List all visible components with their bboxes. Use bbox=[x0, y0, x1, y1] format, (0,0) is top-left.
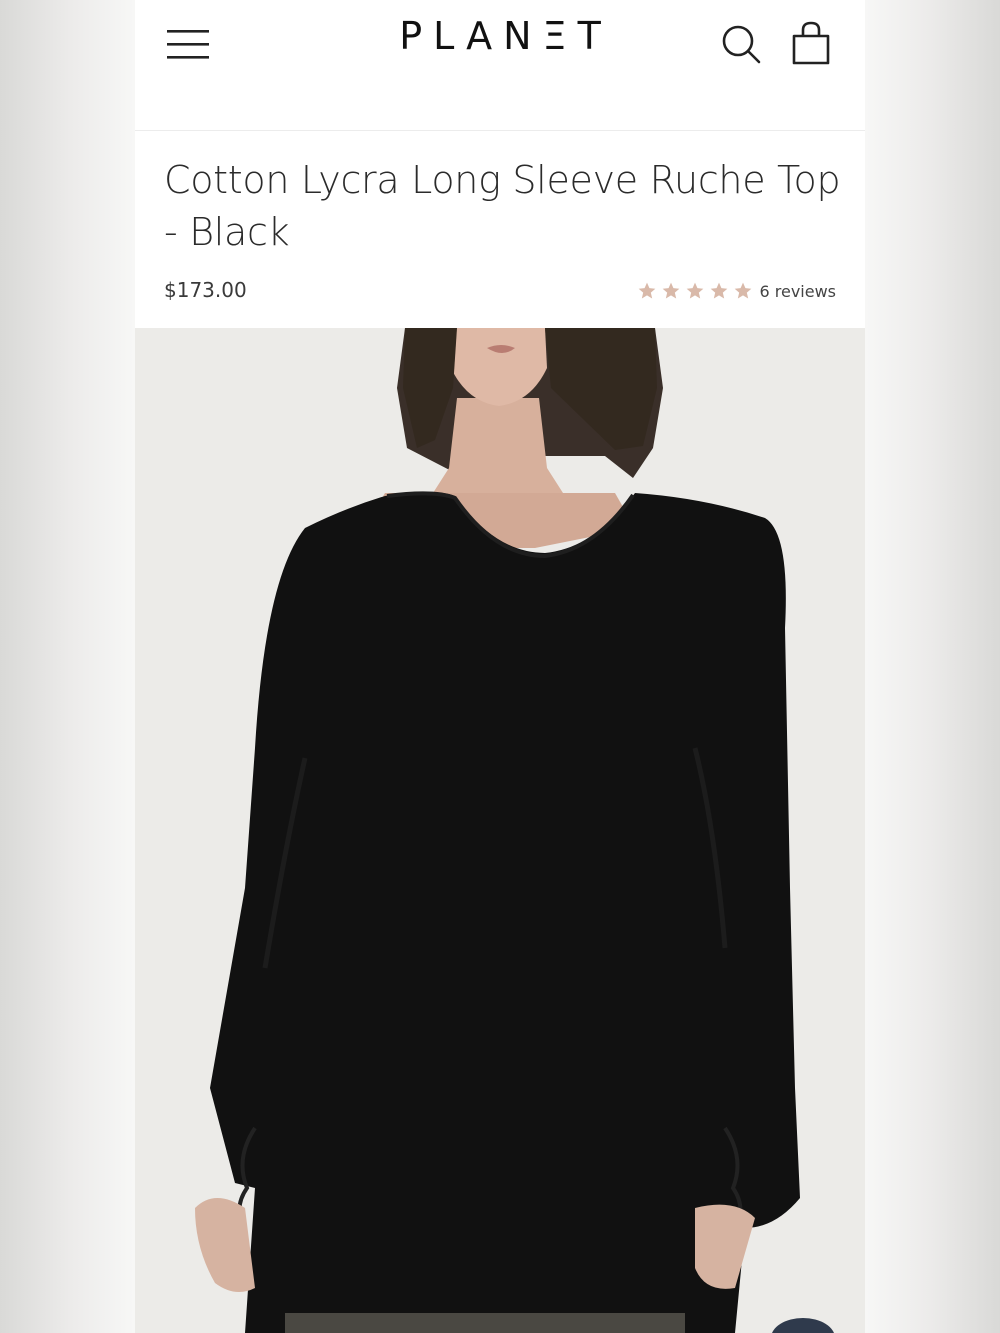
product-title: Cotton Lycra Long Sleeve Ruche Top - Bla… bbox=[164, 158, 841, 254]
shopping-bag-icon bbox=[792, 21, 830, 65]
product-rating[interactable]: 6 reviews bbox=[637, 281, 836, 301]
product-page: PLANΞT Cotton Lycra Long Sleeve Ruche To… bbox=[135, 0, 865, 1333]
rating-stars bbox=[637, 281, 753, 301]
cart-button[interactable] bbox=[789, 20, 833, 66]
product-price: $173.00 bbox=[164, 278, 247, 302]
star-icon bbox=[687, 282, 704, 299]
search-icon bbox=[722, 25, 761, 64]
star-icon bbox=[711, 282, 728, 299]
reviews-link[interactable]: 6 reviews bbox=[759, 282, 836, 301]
star-icon bbox=[639, 282, 656, 299]
model-photo bbox=[135, 328, 865, 1333]
search-button[interactable] bbox=[719, 22, 763, 66]
star-icon bbox=[735, 282, 752, 299]
header-divider bbox=[135, 130, 865, 131]
site-header: PLANΞT bbox=[135, 0, 865, 130]
product-image[interactable] bbox=[135, 328, 865, 1333]
star-icon bbox=[663, 282, 680, 299]
